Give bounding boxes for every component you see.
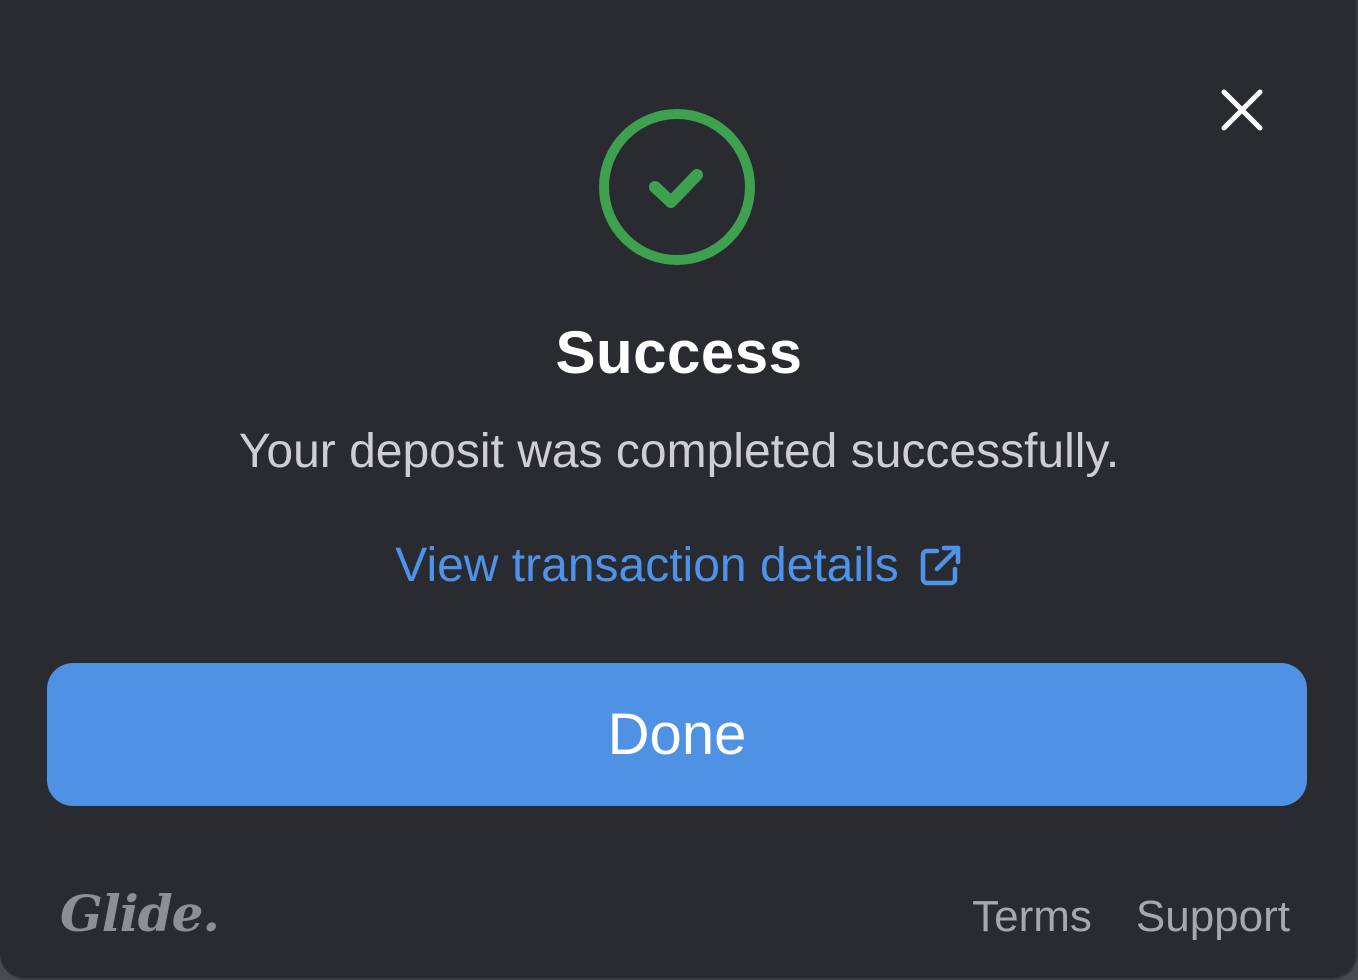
dialog-title: Success [555,319,803,386]
terms-link[interactable]: Terms [972,892,1092,942]
glide-logo: Glide. [60,884,220,943]
dialog-message: Your deposit was completed successfully. [238,425,1120,478]
view-transaction-label[interactable]: View transaction details [395,538,898,593]
external-link-icon[interactable] [917,543,963,589]
view-transaction-link[interactable]: View transaction details [0,538,1358,593]
close-button[interactable] [1212,80,1272,140]
close-icon[interactable] [1218,86,1266,134]
support-link[interactable]: Support [1136,892,1290,942]
footer-links: Terms Support [972,892,1290,942]
success-dialog: Success Your deposit was completed succe… [0,0,1358,980]
done-button[interactable]: Done [47,663,1307,806]
check-circle-icon [599,109,755,265]
